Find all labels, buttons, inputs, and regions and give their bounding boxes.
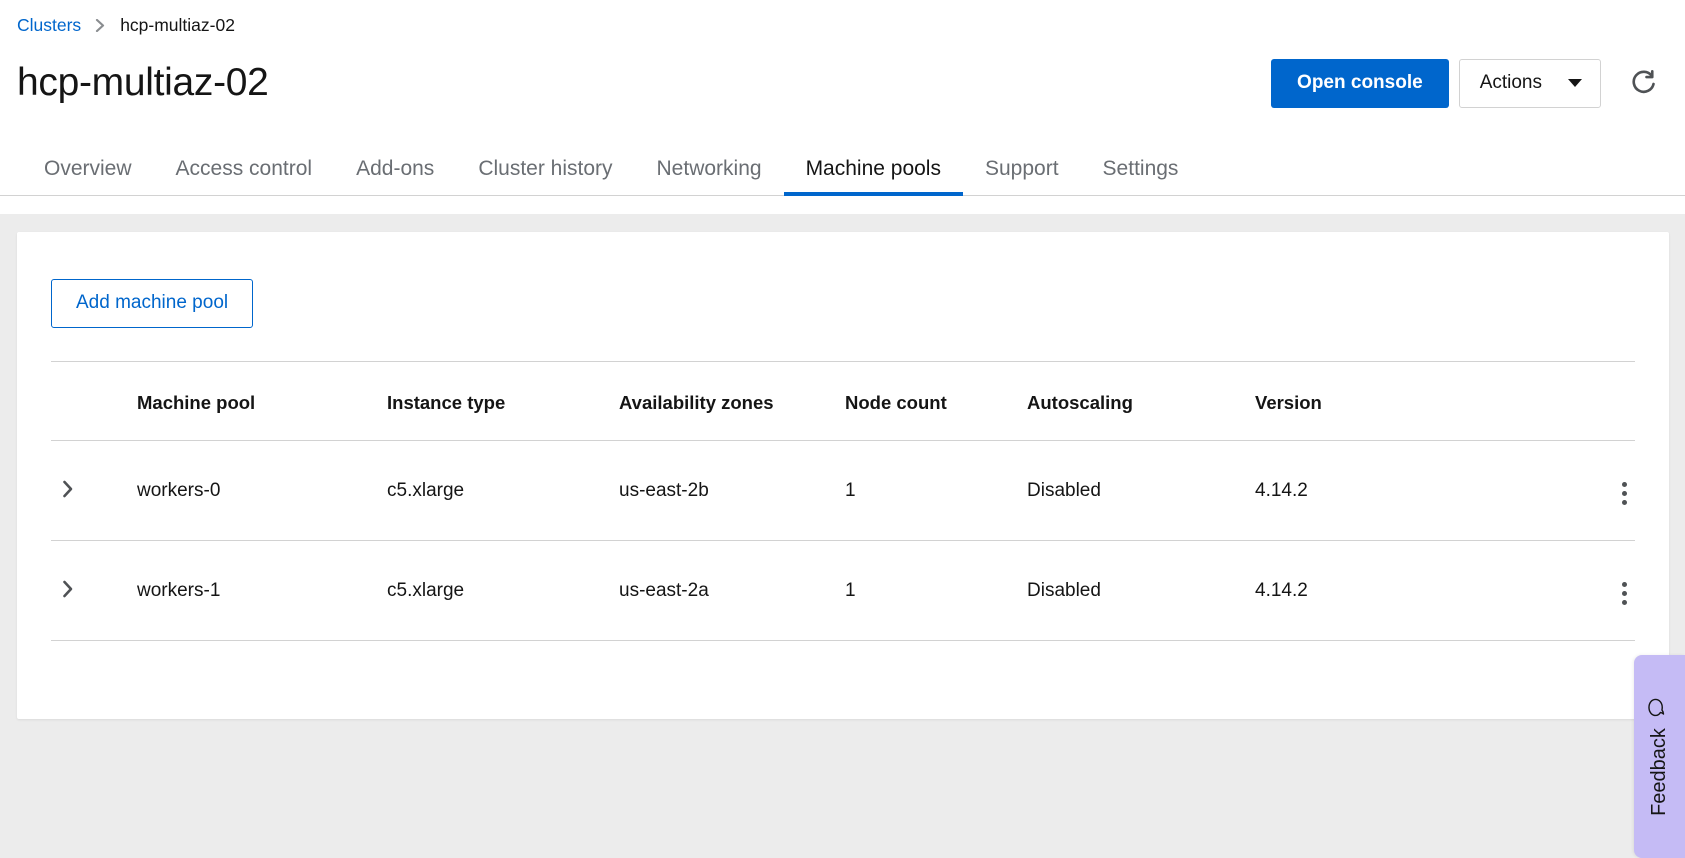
cell-version: 4.14.2 [1255, 440, 1565, 541]
row-actions-cell [1565, 440, 1635, 541]
cell-node-count: 1 [845, 540, 1027, 641]
table-row: workers-0 c5.xlarge us-east-2b 1 Disable… [51, 440, 1635, 541]
table-head: Machine pool Instance type Availability … [51, 360, 1635, 441]
cell-instance-type: c5.xlarge [387, 540, 619, 641]
machine-pools-table: Machine pool Instance type Availability … [51, 360, 1635, 641]
breadcrumb: Clusters hcp-multiaz-02 [0, 0, 1685, 37]
main-content: Add machine pool Machine pool Instance t… [0, 214, 1685, 719]
header-actions: Open console Actions [1271, 58, 1671, 108]
cell-machine-pool: workers-1 [137, 540, 387, 641]
feedback-tab[interactable]: Feedback [1634, 655, 1685, 858]
tab-machine-pools[interactable]: Machine pools [783, 156, 964, 196]
chevron-right-icon [61, 479, 75, 502]
title-row: hcp-multiaz-02 Open console Actions [0, 37, 1685, 108]
card-toolbar: Add machine pool [17, 232, 1669, 328]
row-actions-cell [1565, 540, 1635, 641]
tab-support[interactable]: Support [963, 156, 1081, 195]
cell-node-count: 1 [845, 440, 1027, 541]
cell-machine-pool: workers-0 [137, 440, 387, 541]
actions-dropdown-button[interactable]: Actions [1458, 58, 1601, 108]
page-title: hcp-multiaz-02 [17, 60, 269, 104]
kebab-dot [1622, 599, 1627, 605]
tab-bar: Overview Access control Add-ons Cluster … [0, 140, 1685, 196]
chevron-down-icon [1568, 79, 1582, 88]
kebab-dot [1622, 581, 1627, 587]
row-expand-cell [51, 540, 137, 641]
cell-instance-type: c5.xlarge [387, 440, 619, 541]
breadcrumb-link-clusters[interactable]: Clusters [17, 14, 81, 37]
row-expand-cell [51, 440, 137, 541]
column-header-version: Version [1255, 360, 1565, 441]
actions-dropdown-label: Actions [1479, 71, 1542, 93]
cell-availability-zones: us-east-2a [619, 540, 845, 641]
comment-icon [1646, 697, 1673, 718]
kebab-menu-icon[interactable] [1614, 476, 1635, 511]
column-header-node-count: Node count [845, 360, 1027, 441]
tab-settings[interactable]: Settings [1081, 156, 1201, 195]
cell-autoscaling: Disabled [1027, 540, 1255, 641]
kebab-menu-icon[interactable] [1614, 576, 1635, 611]
column-header-toggle [51, 360, 137, 441]
kebab-dot [1622, 481, 1627, 487]
kebab-dot [1622, 490, 1627, 496]
page-root: Clusters hcp-multiaz-02 hcp-multiaz-02 O… [0, 0, 1685, 858]
page-header: Clusters hcp-multiaz-02 hcp-multiaz-02 O… [0, 0, 1685, 214]
cell-availability-zones: us-east-2b [619, 440, 845, 541]
refresh-button[interactable] [1621, 59, 1667, 108]
open-console-button[interactable]: Open console [1271, 58, 1449, 108]
tab-cluster-history[interactable]: Cluster history [456, 156, 634, 195]
breadcrumb-current: hcp-multiaz-02 [120, 15, 235, 35]
chevron-right-icon [61, 579, 75, 602]
kebab-dot [1622, 590, 1627, 596]
column-header-instance-type: Instance type [387, 360, 619, 441]
cell-autoscaling: Disabled [1027, 440, 1255, 541]
cell-version: 4.14.2 [1255, 540, 1565, 641]
tab-networking[interactable]: Networking [635, 156, 784, 195]
column-header-machine-pool: Machine pool [137, 360, 387, 441]
breadcrumb-separator-icon [95, 18, 106, 32]
column-header-availability-zones: Availability zones [619, 360, 845, 441]
tab-access-control[interactable]: Access control [154, 156, 335, 195]
column-header-actions [1565, 360, 1635, 441]
machine-pools-card: Add machine pool Machine pool Instance t… [17, 232, 1669, 719]
tab-overview[interactable]: Overview [22, 156, 154, 195]
table-row: workers-1 c5.xlarge us-east-2a 1 Disable… [51, 540, 1635, 641]
feedback-tab-label: Feedback [1648, 728, 1670, 816]
expand-row-button[interactable] [51, 475, 85, 506]
add-machine-pool-button[interactable]: Add machine pool [51, 279, 254, 328]
table-header-row: Machine pool Instance type Availability … [51, 360, 1635, 441]
tab-add-ons[interactable]: Add-ons [334, 156, 456, 195]
feedback-tab-inner: Feedback [1646, 697, 1673, 816]
kebab-dot [1622, 499, 1627, 505]
table-body: workers-0 c5.xlarge us-east-2b 1 Disable… [51, 440, 1635, 641]
expand-row-button[interactable] [51, 575, 85, 606]
column-header-autoscaling: Autoscaling [1027, 360, 1255, 441]
refresh-icon [1629, 67, 1659, 100]
